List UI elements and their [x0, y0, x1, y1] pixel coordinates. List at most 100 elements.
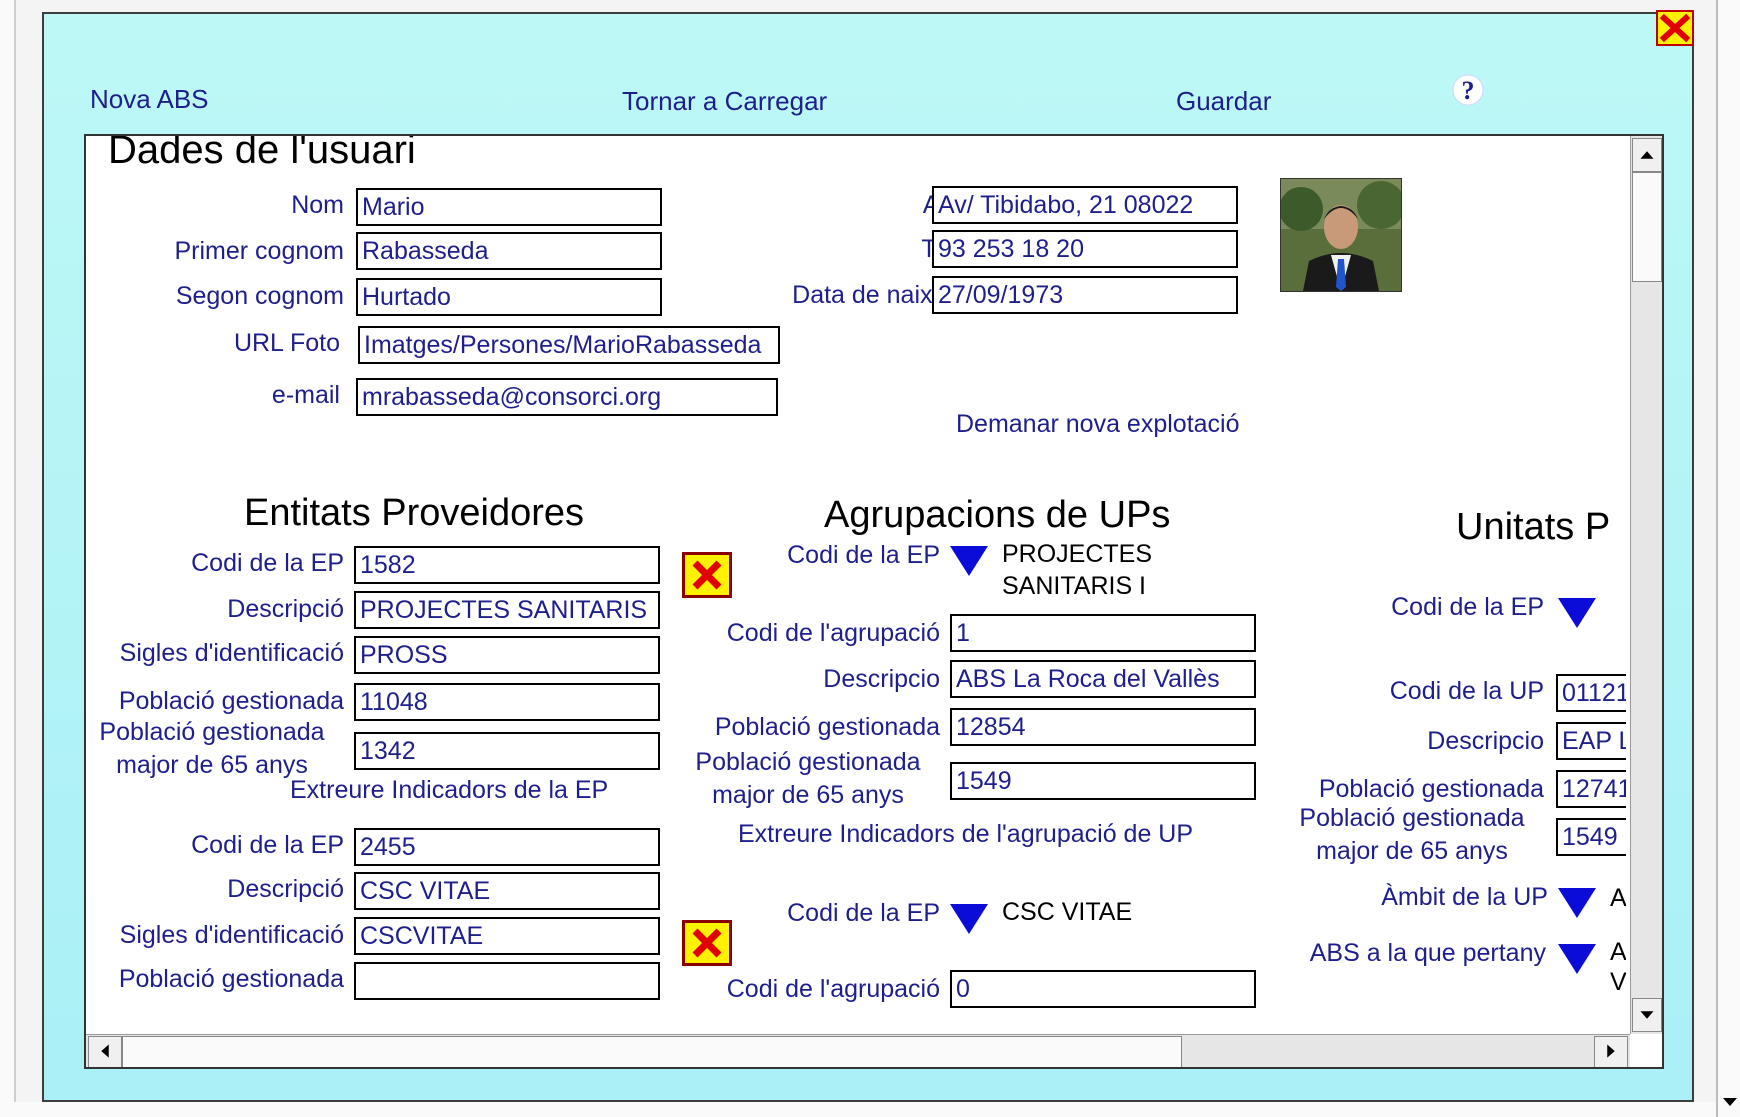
up-abs-value-line2: V [1610, 968, 1626, 996]
ep-pob-field[interactable] [354, 683, 660, 721]
up-abs-label: ABS a la que pertany [1309, 939, 1546, 967]
agr-extract-link[interactable]: Extreure Indicadors de l'agrupació de UP [738, 820, 1193, 849]
nom-field[interactable] [356, 188, 662, 226]
telefon-field[interactable] [932, 230, 1238, 268]
ep2-desc-field[interactable] [354, 872, 660, 910]
ep2-sigles-label: Sigles d'identificació [119, 921, 344, 949]
ep2-pob-field[interactable] [354, 962, 660, 1000]
up-abs-value-line1: A [1610, 938, 1626, 966]
arrow-left-icon [101, 1044, 109, 1058]
agr-pob65-field[interactable] [950, 762, 1256, 800]
up-abs-dropdown-icon[interactable] [1558, 944, 1596, 974]
url-foto-label: URL Foto [233, 329, 340, 357]
agr-section-title: Agrupacions de UPs [824, 494, 1171, 536]
scroll-up-button[interactable] [1632, 138, 1662, 172]
adreca-field[interactable] [932, 186, 1238, 224]
up-ep-dropdown-icon[interactable] [1558, 598, 1596, 628]
agr-ep-value-line2: SANITARIS I [1002, 572, 1147, 600]
up-section-title: Unitats P [1456, 506, 1611, 548]
outer-scrollbar[interactable] [1716, 0, 1740, 1117]
ep-section-title: Entitats Proveidores [244, 492, 585, 534]
agr-ep-value-line1: PROJECTES [1002, 540, 1153, 568]
ep2-desc-label: Descripció [227, 875, 344, 903]
reload-link[interactable]: Tornar a Carregar [622, 86, 827, 117]
email-label: e-mail [271, 381, 340, 409]
ep-pob-label: Població gestionada [118, 687, 344, 715]
ep2-codi-label: Codi de la EP [191, 831, 344, 859]
ep-desc-label: Descripció [227, 595, 344, 623]
naixement-field[interactable] [932, 276, 1238, 314]
segon-cognom-label: Segon cognom [175, 282, 344, 310]
agr-codi-ep-label: Codi de la EP [787, 541, 940, 569]
ep2-pob-label: Població gestionada [118, 965, 344, 993]
agr-codi-field[interactable] [950, 614, 1256, 652]
agr-desc-label: Descripcio [823, 665, 940, 693]
scroll-left-button[interactable] [88, 1036, 122, 1067]
vertical-scroll-thumb[interactable] [1632, 172, 1662, 282]
ep-codi-field[interactable] [354, 546, 660, 584]
up-pob-field[interactable] [1556, 770, 1626, 808]
nom-label: Nom [291, 191, 344, 219]
help-icon-glyph: ? [1462, 76, 1475, 105]
primer-cognom-label: Primer cognom [174, 237, 345, 265]
horizontal-scrollbar[interactable] [86, 1034, 1630, 1067]
ep-desc-field[interactable] [354, 591, 660, 629]
left-edge [0, 0, 16, 1117]
email-field[interactable] [356, 378, 778, 416]
agr2-codi-field[interactable] [950, 970, 1256, 1008]
ep-pob65-field[interactable] [354, 732, 660, 770]
agr-pob65-label: Població gestionada major de 65 anys [676, 746, 940, 812]
close-icon [1659, 13, 1691, 43]
save-link[interactable]: Guardar [1176, 86, 1271, 117]
up-desc-label: Descripcio [1427, 727, 1544, 755]
primer-cognom-field[interactable] [356, 232, 662, 270]
ep-sigles-field[interactable] [354, 636, 660, 674]
agr-pob-field[interactable] [950, 708, 1256, 746]
agr2-ep-value: CSC VITAE [1002, 898, 1133, 926]
scroll-right-button[interactable] [1594, 1036, 1628, 1067]
up-pob65-label-line2: major de 65 anys [1316, 837, 1508, 865]
user-photo-image [1281, 179, 1401, 291]
agr-desc-field[interactable] [950, 660, 1256, 698]
scroll-down-button[interactable] [1632, 998, 1662, 1032]
agr2-codi-ep-label: Codi de la EP [787, 899, 940, 927]
close-button[interactable] [1656, 10, 1694, 46]
help-icon[interactable]: ? [1452, 74, 1484, 106]
new-abs-link[interactable]: Nova ABS [90, 84, 209, 115]
agr-ep-dropdown-icon[interactable] [950, 546, 988, 576]
up-ambit-label: Àmbit de la UP [1381, 883, 1548, 911]
up-codi-field[interactable] [1556, 674, 1626, 712]
ep-extract-link[interactable]: Extreure Indicadors de la EP [290, 776, 608, 805]
arrow-down-icon [1640, 1011, 1654, 1019]
horizontal-scroll-thumb[interactable] [122, 1036, 1182, 1067]
outer-scroll-down-icon[interactable] [1723, 1098, 1737, 1106]
segon-cognom-field[interactable] [356, 278, 662, 316]
user-section-title: Dades de l'usuari [108, 136, 416, 172]
up-ambit-value: A [1610, 884, 1626, 912]
bottom-edge [0, 1102, 1716, 1117]
vertical-scrollbar[interactable] [1630, 136, 1662, 1034]
user-photo [1280, 178, 1402, 292]
ep-codi-label: Codi de la EP [191, 549, 344, 577]
agr2-codi-label: Codi de l'agrupació [726, 975, 940, 1003]
ep2-sigles-field[interactable] [354, 917, 660, 955]
ep-pob65-label: Població gestionada major de 65 anys [86, 716, 338, 782]
agr-pob65-label-line1: Població gestionada [695, 748, 921, 776]
url-foto-field[interactable] [358, 326, 780, 364]
request-explotation-link[interactable]: Demanar nova explotació [956, 410, 1240, 439]
agr-pob65-label-line2: major de 65 anys [712, 781, 904, 809]
panel-content: Dades de l'usuari Nom Primer cognom Sego… [86, 136, 1626, 1034]
ep2-codi-field[interactable] [354, 828, 660, 866]
scrollbar-corner [1630, 1034, 1662, 1067]
agr2-ep-dropdown-icon[interactable] [950, 904, 988, 934]
agr-codi-label: Codi de l'agrupació [726, 619, 940, 647]
up-pob-label: Població gestionada [1318, 775, 1544, 803]
up-desc-field[interactable] [1556, 722, 1626, 760]
up-pob65-field[interactable] [1556, 818, 1626, 856]
up-pob65-label-line1: Població gestionada [1299, 804, 1525, 832]
arrow-up-icon [1640, 151, 1654, 159]
scroll-panel: Dades de l'usuari Nom Primer cognom Sego… [84, 134, 1664, 1069]
up-ambit-dropdown-icon[interactable] [1558, 888, 1596, 918]
agr-pob-label: Població gestionada [714, 713, 940, 741]
arrow-right-icon [1607, 1044, 1615, 1058]
